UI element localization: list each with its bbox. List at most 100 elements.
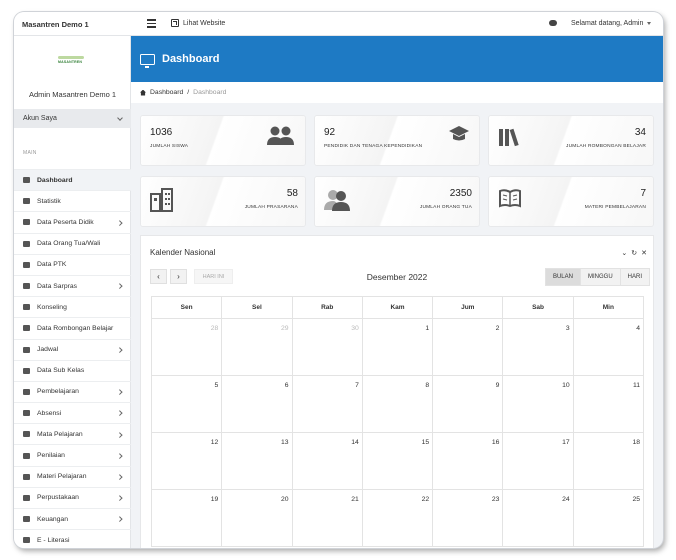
menu-toggle-icon[interactable] [147,19,156,28]
books-icon [23,367,30,374]
calendar-day-cell[interactable]: 15 [361,432,434,490]
weekday-label: Rab [291,296,363,319]
calendar-day-cell[interactable]: 23 [432,489,504,547]
view-website-link[interactable]: Lihat Website [171,19,225,27]
calendar-day-cell[interactable]: 18 [572,432,645,490]
close-icon[interactable]: ✕ [641,249,647,257]
chevron-down-icon [647,22,652,25]
calendar-day-cell[interactable]: 29 [221,318,293,376]
calendar-day-cell[interactable]: 12 [150,432,223,490]
greeting-text: Selamat datang, Admin [571,20,644,27]
collapse-icon[interactable]: ⌄ [621,249,627,257]
calendar-icon [23,346,30,353]
sidebar-item-absensi[interactable]: Absensi [14,402,131,423]
breadcrumb-separator: / [187,89,190,96]
calendar-day-cell[interactable]: 11 [572,375,645,433]
sidebar-item-label: E - Literasi [37,536,70,544]
stat-value: 1036 [150,127,173,138]
account-menu[interactable]: Akun Saya [14,109,131,128]
sidebar-item-data-orang-tua-wali[interactable]: Data Orang Tua/Wali [14,232,131,254]
bar-chart-icon [23,198,30,205]
calendar-day-cell[interactable]: 30 [291,318,363,376]
chevron-right-icon [116,219,122,225]
calendar-day-cell[interactable]: 22 [361,489,434,547]
calendar-day-cell[interactable]: 25 [572,489,645,547]
book-open-icon [23,473,30,480]
sidebar-item-mata-pelajaran[interactable]: Mata Pelajaran [14,423,131,444]
users-icon [266,125,296,149]
calendar-day-cell[interactable]: 7 [291,375,363,433]
stat-label: JUMLAH PRASARANA [244,205,298,210]
app-brand[interactable]: Masantren Demo 1 [22,20,89,29]
sidebar-item-konseling[interactable]: Konseling [14,296,131,317]
view-minggu-button[interactable]: MINGGU [579,268,621,286]
stat-card: 34 JUMLAH ROMBONGAN BELAJAR [489,116,653,165]
calendar-title: Kalender Nasional [150,248,216,257]
sidebar-item-data-rombongan-belajar[interactable]: Data Rombongan Belajar [14,317,131,338]
calendar-day-cell[interactable]: 17 [502,432,574,490]
sidebar-item-materi-pelajaran[interactable]: Materi Pelajaran [14,465,131,487]
calendar-day-cell[interactable]: 21 [291,489,363,547]
panel-tools: ⌄ ↻ ✕ [621,249,647,257]
calendar-view-switcher: BULAN MINGGU HARI [544,268,650,286]
calendar-day-cell[interactable]: 8 [361,375,434,433]
sidebar-item-data-ptk[interactable]: Data PTK [14,253,131,275]
sidebar-item-e-literasi[interactable]: E - Literasi [14,529,131,548]
chevron-right-icon [116,347,122,353]
account-label: Akun Saya [23,115,57,122]
stat-card: 1036 JUMLAH SISWA [141,116,305,165]
page-title: Dashboard [162,53,220,65]
user-icon [23,240,30,247]
weekday-label: Min [572,296,645,319]
user-menu[interactable]: Selamat datang, Admin [571,20,652,27]
calendar-day-cell[interactable]: 16 [432,432,504,490]
calendar-day-cell[interactable]: 19 [150,489,223,547]
calendar-day-cell[interactable]: 24 [502,489,574,547]
chevron-right-icon [116,410,122,416]
calendar-day-cell[interactable]: 10 [502,375,574,433]
sidebar-item-label: Dashboard [37,176,73,184]
sidebar-item-label: Data Peserta Didik [37,218,94,226]
view-bulan-button[interactable]: BULAN [544,268,581,286]
graduation-cap-icon [448,125,470,145]
calendar-day-cell[interactable]: 28 [150,318,223,376]
sidebar-item-label: Statistik [37,197,61,205]
book-icon [23,431,30,438]
sidebar-item-label: Data PTK [37,261,67,269]
sidebar-item-perpustakaan[interactable]: Perpustakaan [14,486,131,508]
page-header: Dashboard [131,36,663,82]
weekday-label: Sab [502,296,574,319]
calendar-day-cell[interactable]: 14 [291,432,363,490]
calendar-day-cell[interactable]: 9 [432,375,504,433]
sidebar-item-statistik[interactable]: Statistik [14,190,131,211]
sidebar-item-data-sarpras[interactable]: Data Sarpras [14,274,131,296]
sidebar-item-pembelajaran[interactable]: Pembelajaran [14,380,131,402]
calendar-day-cell[interactable]: 13 [221,432,293,490]
sidebar-item-keuangan[interactable]: Keuangan [14,508,131,529]
calendar-day-cell[interactable]: 5 [150,375,223,433]
sidebar-item-dashboard[interactable]: Dashboard [14,169,131,191]
stat-value: 58 [286,188,298,199]
chevron-right-icon [116,516,122,522]
sidebar-item-data-sub-kelas[interactable]: Data Sub Kelas [14,359,131,381]
calendar-day-cell[interactable]: 1 [361,318,434,376]
calendar-day-cell[interactable]: 3 [502,318,574,376]
sidebar-item-label: Keuangan [37,515,68,523]
breadcrumb-home[interactable]: Dashboard [150,89,183,96]
calendar-day-cell[interactable]: 2 [432,318,504,376]
calendar-day-cell[interactable]: 20 [221,489,293,547]
sidebar-item-penilaian[interactable]: Penilaian [14,444,131,465]
sidebar-item-jadwal[interactable]: Jadwal [14,338,131,360]
stat-value: 7 [640,188,646,199]
refresh-icon[interactable]: ↻ [631,249,637,257]
view-hari-button[interactable]: HARI [619,268,650,286]
calendar-panel: Kalender Nasional ⌄ ↻ ✕ ‹ › HARI INI Des… [141,236,653,548]
calendar-day-cell[interactable]: 6 [221,375,293,433]
sidebar-item-data-peserta-didik[interactable]: Data Peserta Didik [14,211,131,232]
calendar-day-cell[interactable]: 4 [572,318,645,376]
folder-icon [23,388,30,395]
weekday-label: Sen [150,296,223,319]
users-icon [23,219,30,226]
stat-value: 92 [324,127,336,138]
chat-icon[interactable] [549,20,557,26]
